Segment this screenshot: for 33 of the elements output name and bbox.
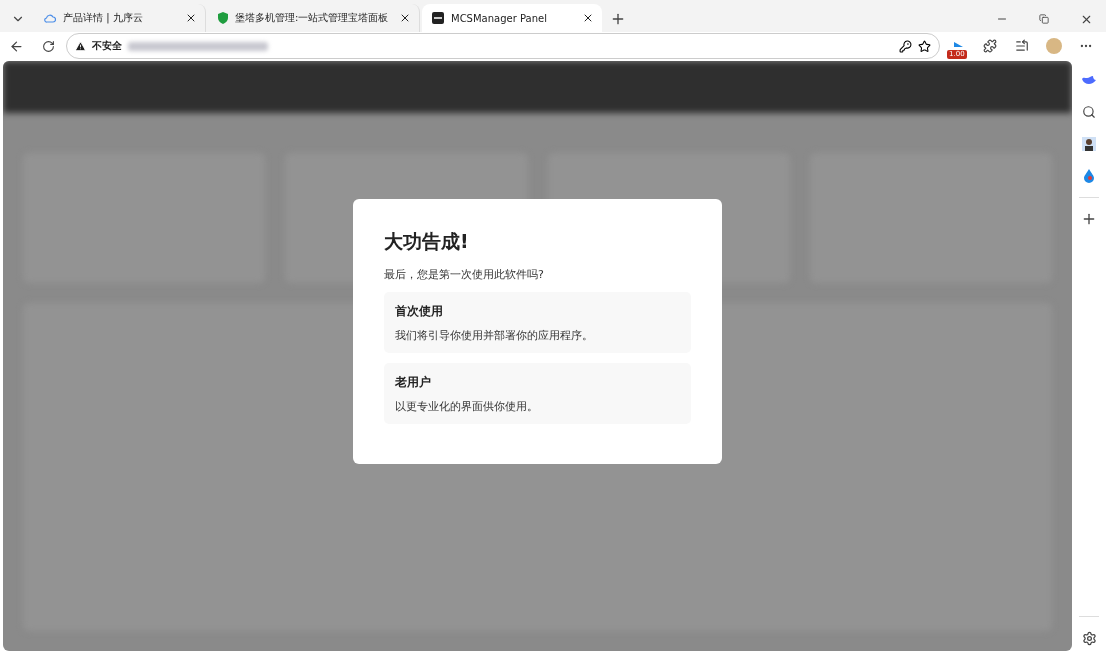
puzzle-icon <box>983 39 997 53</box>
drop-icon <box>1083 169 1095 183</box>
option-title: 首次使用 <box>395 302 444 320</box>
shield-icon <box>218 12 228 24</box>
browser-tab[interactable]: MCSManager Panel <box>422 4 602 32</box>
option-description: 我们将引导你使用并部署你的应用程序。 <box>395 328 594 343</box>
panel-icon <box>432 12 444 24</box>
tab-title: 堡塔多机管理:一站式管理宝塔面板 <box>235 11 390 25</box>
option-title: 老用户 <box>395 373 432 391</box>
warning-icon <box>75 40 86 52</box>
security-label: 不安全 <box>92 39 122 53</box>
tab-title: 产品详情 | 九序云 <box>63 11 144 25</box>
settings-icon <box>1081 630 1097 646</box>
reload-icon <box>41 39 55 53</box>
search-icon <box>1082 105 1096 119</box>
tab-title: MCSManager Panel <box>451 12 548 24</box>
key-icon[interactable] <box>899 39 912 53</box>
plus-icon <box>610 11 626 27</box>
dialog-title: 大功告成! <box>384 228 470 254</box>
close-icon[interactable] <box>399 12 411 24</box>
star-icon[interactable] <box>918 39 931 53</box>
option-card[interactable]: 首次使用 我们将引导你使用并部署你的应用程序。 <box>384 291 691 353</box>
favorites-icon <box>1015 39 1029 53</box>
figure-icon <box>1082 137 1096 151</box>
restore-icon <box>1039 14 1049 24</box>
option-description: 以更专业化的界面供你使用。 <box>395 399 539 414</box>
option-card[interactable]: 老用户 以更专业化的界面供你使用。 <box>384 362 691 424</box>
close-icon[interactable] <box>582 12 594 24</box>
plus-icon <box>1081 211 1097 227</box>
dialog-subtitle: 最后，您是第一次使用此软件吗? <box>384 266 545 282</box>
avatar-icon <box>1046 38 1062 54</box>
close-icon[interactable] <box>185 12 197 24</box>
cloud-icon <box>44 13 56 23</box>
